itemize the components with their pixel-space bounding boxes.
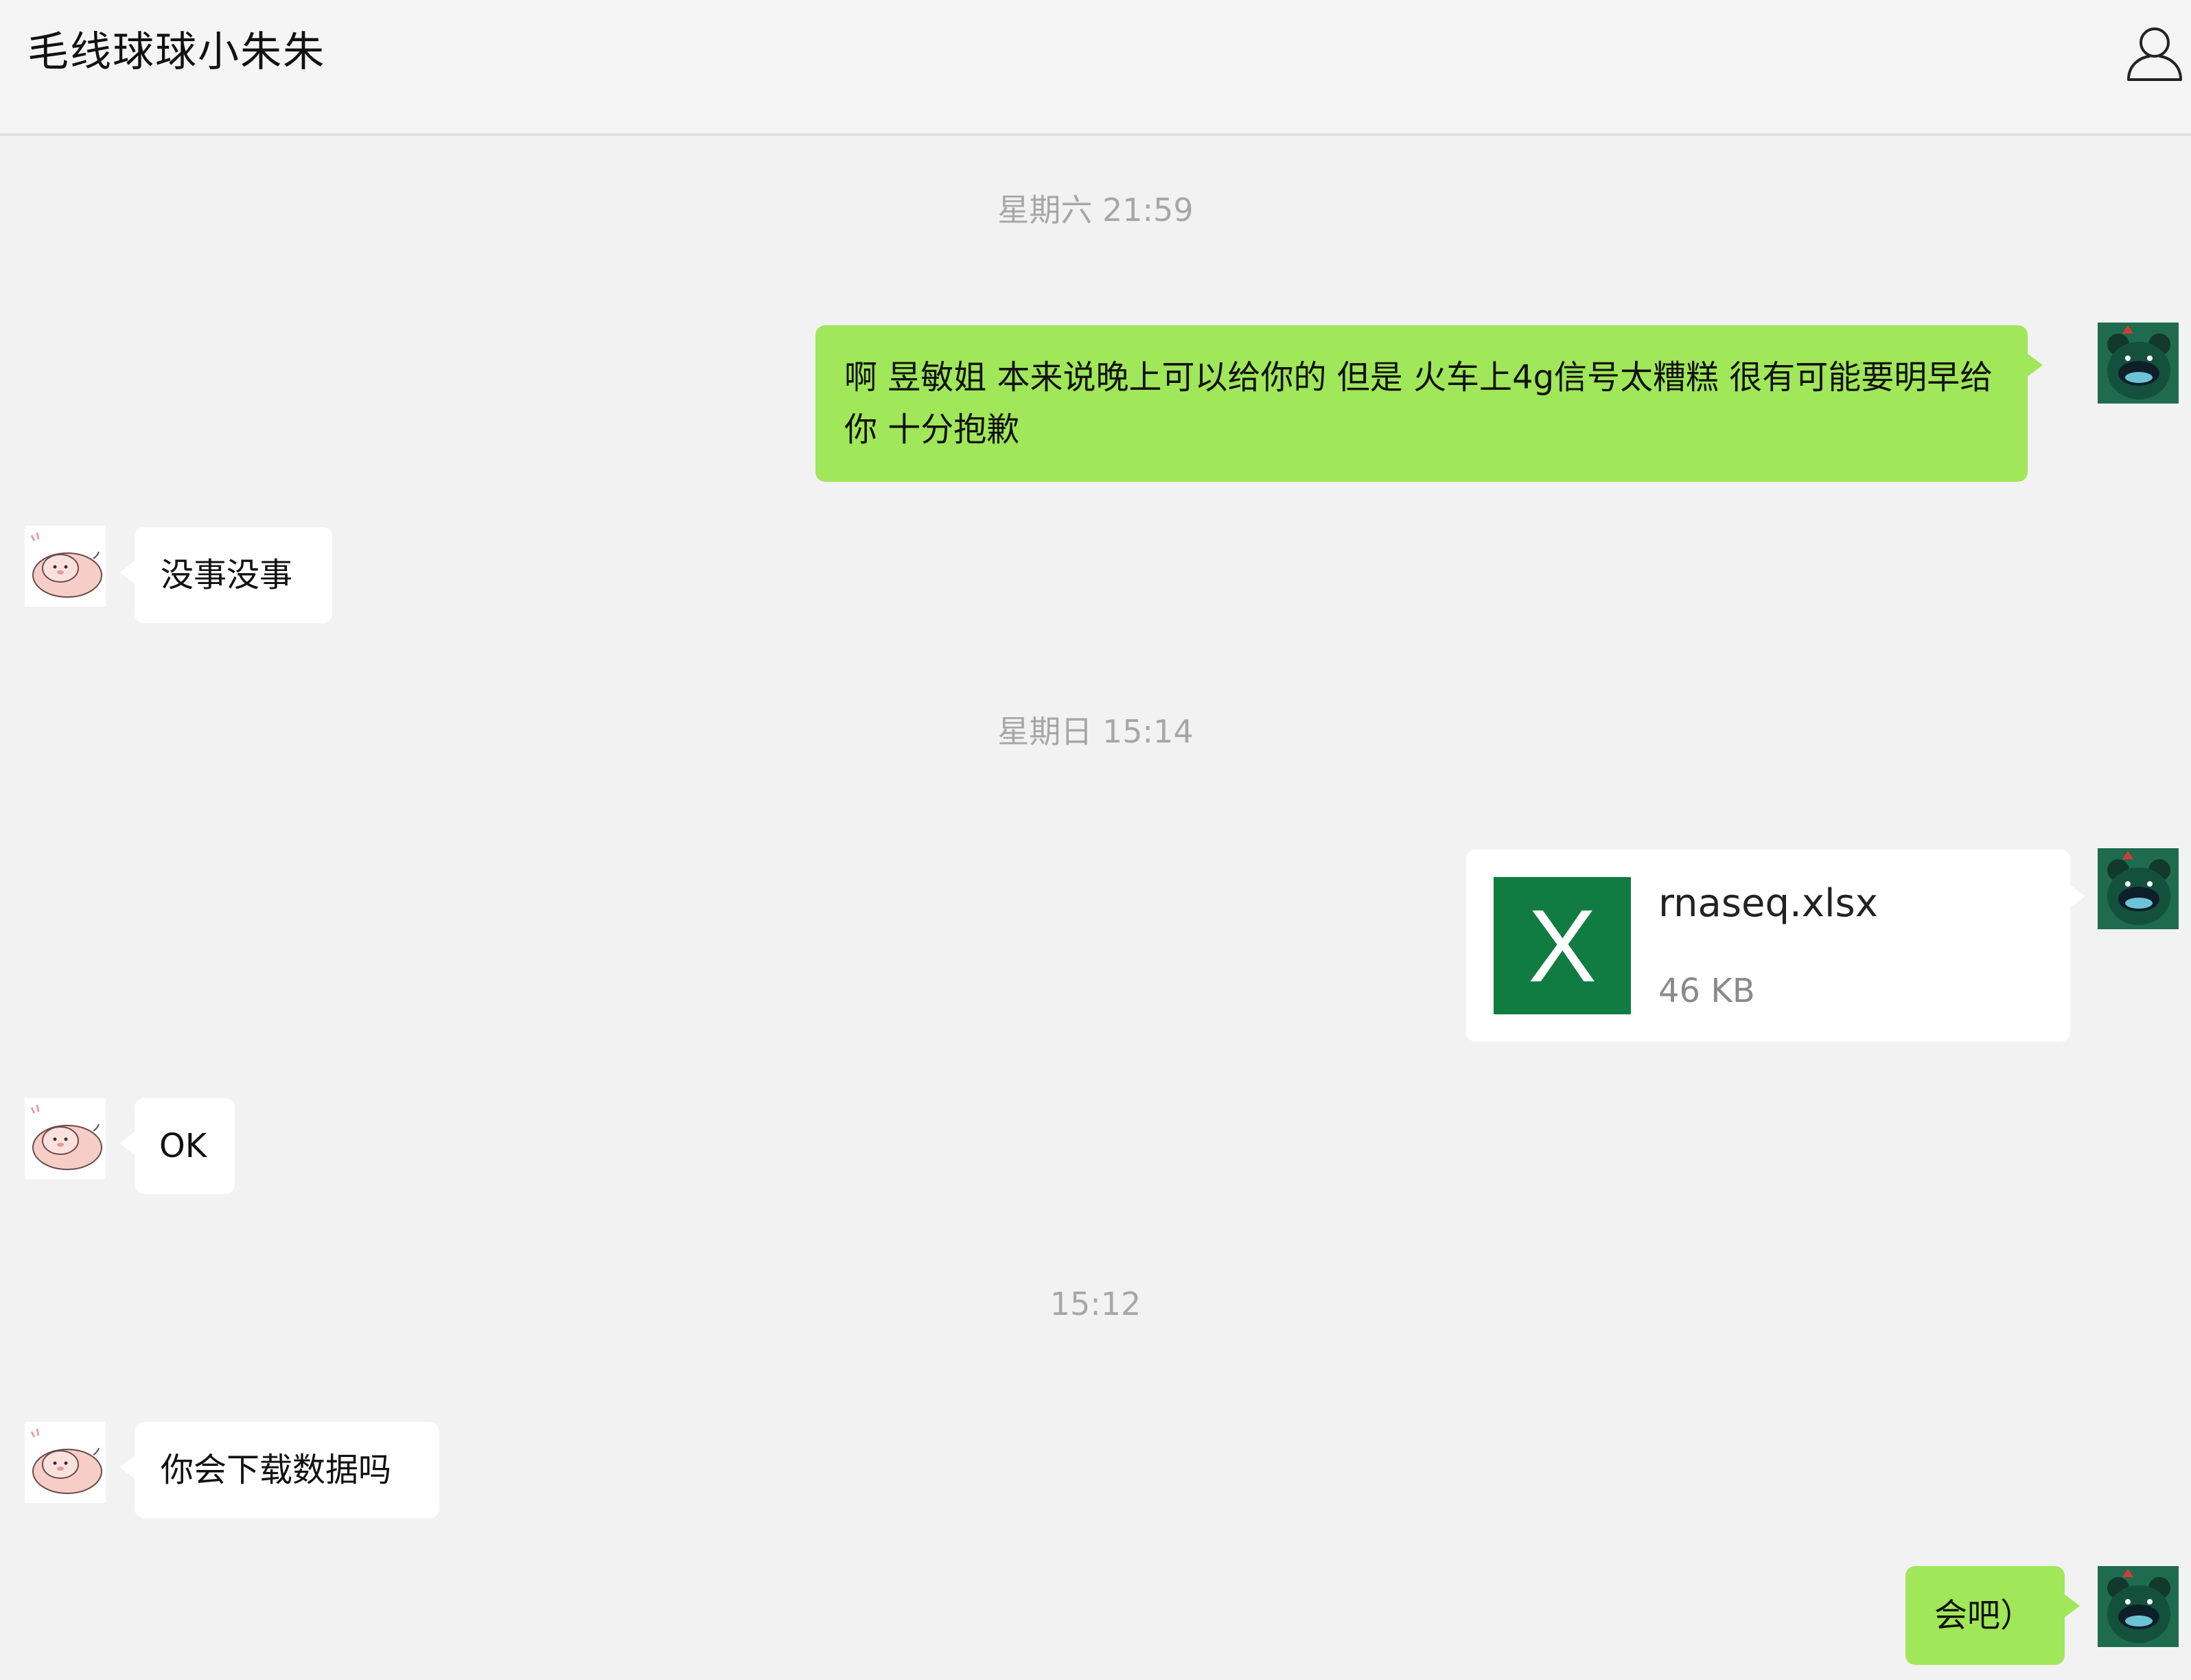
pig-avatar-icon: [25, 1098, 106, 1179]
message-text: 啊 昱敏姐 本来说晚上可以给你的 但是 火车上4g信号太糟糕 很有可能要明早给你…: [844, 358, 1993, 449]
timestamp: 星期日 15:14: [997, 713, 1194, 750]
file-size: 46 KB: [1658, 972, 1755, 1010]
timestamp: 星期六 21:59: [997, 191, 1194, 229]
person-icon[interactable]: [2125, 23, 2184, 82]
contact-avatar[interactable]: [25, 1098, 106, 1179]
message-bubble-received[interactable]: OK: [119, 1098, 235, 1194]
chat-title: 毛线球球小朱朱: [27, 28, 325, 76]
excel-file-icon: X: [1494, 877, 1631, 1014]
message-text: 你会下载数据吗: [161, 1451, 392, 1489]
pig-avatar-icon: [25, 1422, 106, 1503]
my-avatar[interactable]: [2098, 323, 2179, 404]
pig-avatar-icon: [25, 526, 106, 607]
message-bubble-sent[interactable]: 啊 昱敏姐 本来说晚上可以给你的 但是 火车上4g信号太糟糕 很有可能要明早给你…: [815, 325, 2043, 482]
my-avatar[interactable]: [2098, 1566, 2179, 1647]
contact-avatar[interactable]: [25, 1422, 106, 1503]
message-bubble-received[interactable]: 你会下载数据吗: [119, 1422, 439, 1518]
message-text: 没事没事: [161, 556, 293, 594]
chat-window: 毛线球球小朱朱 星期六 21:59 啊 昱敏姐 本来说晚上可以给你的 但是 火车…: [0, 0, 2191, 1680]
message-bubble-sent[interactable]: 会吧）: [1905, 1566, 2080, 1665]
cartoon-avatar-icon: [2098, 848, 2179, 929]
message-text: 会吧）: [1934, 1596, 2034, 1635]
cartoon-avatar-icon: [2098, 1566, 2179, 1647]
cartoon-avatar-icon: [2098, 323, 2179, 404]
file-name: rnaseq.xlsx: [1658, 881, 1878, 926]
message-bubble-received[interactable]: 没事没事: [119, 527, 332, 623]
message-text: OK: [159, 1127, 207, 1165]
chat-header: 毛线球球小朱朱: [0, 0, 2191, 136]
file-message-card[interactable]: X rnaseq.xlsx 46 KB: [1466, 850, 2085, 1042]
timestamp: 15:12: [1050, 1285, 1141, 1322]
contact-avatar[interactable]: [25, 526, 106, 607]
my-avatar[interactable]: [2098, 848, 2179, 929]
